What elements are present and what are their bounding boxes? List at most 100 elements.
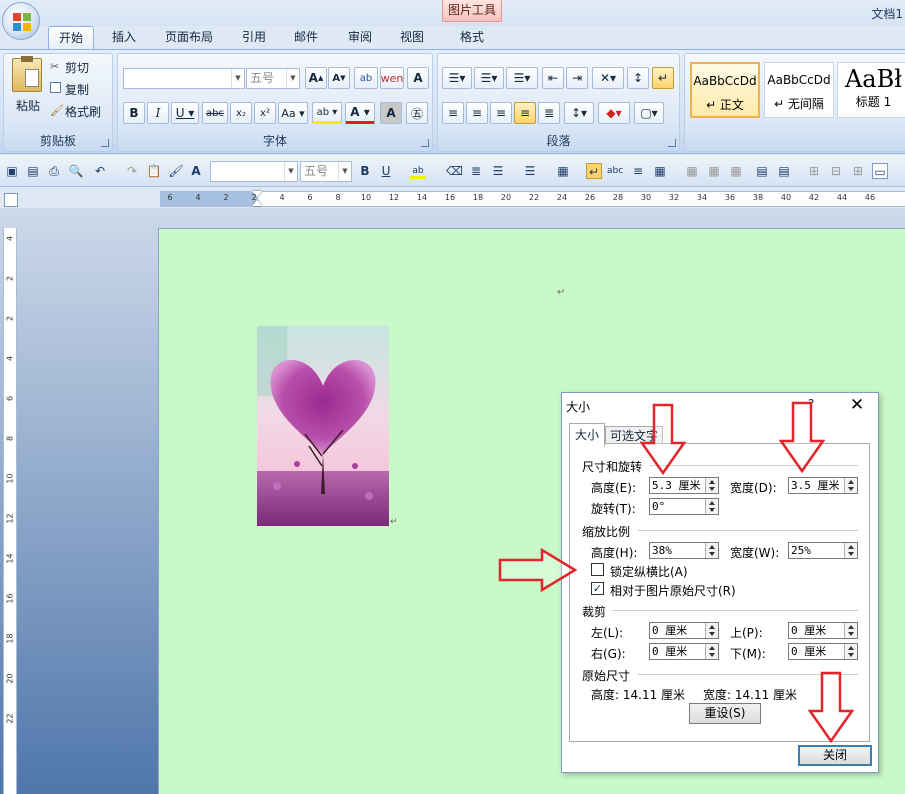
undo-icon[interactable]: ↶ — [92, 163, 108, 179]
show-marks-icon[interactable]: ↵ — [586, 163, 602, 179]
arrange-icon[interactable]: ⊟ — [828, 163, 844, 179]
bold-button[interactable]: B — [123, 102, 145, 124]
tab-view[interactable]: 视图 — [390, 26, 434, 50]
shrink-font-button[interactable]: A ▼ — [328, 67, 350, 89]
save-icon[interactable]: ▣ — [4, 163, 20, 179]
paste-icon[interactable]: 📋 — [146, 163, 162, 179]
font-launcher-icon[interactable] — [421, 139, 429, 147]
borders-icon[interactable]: ▦ — [555, 163, 571, 179]
clipboard-launcher-icon[interactable] — [101, 139, 109, 147]
tab-references[interactable]: 引用 — [232, 26, 276, 50]
tab-mailings[interactable]: 邮件 — [284, 26, 328, 50]
superscript-button[interactable]: x² — [254, 102, 276, 124]
qat-font-size-combo[interactable]: 五号 ▼ — [300, 161, 352, 182]
underline-icon[interactable]: U — [378, 163, 394, 179]
lock-aspect-checkbox[interactable] — [591, 563, 604, 576]
justify-icon[interactable]: ≡ — [630, 163, 646, 179]
style-no-spacing[interactable]: AaBbCcDd ↵ 无间隔 — [764, 62, 834, 118]
style-heading-1[interactable]: AaBł 标题 1 — [837, 62, 905, 118]
spin-arrows-icon[interactable] — [705, 644, 718, 659]
insert-cells-icon[interactable]: ▦ — [684, 163, 700, 179]
vertical-ruler[interactable]: 4 2 2 4 6 8 10 12 14 16 18 20 22 — [3, 228, 17, 794]
spin-arrows-icon[interactable] — [844, 623, 857, 638]
delete-cells-icon[interactable]: ▦ — [728, 163, 744, 179]
style-normal[interactable]: AaBbCcDd ↵ 正文 — [690, 62, 760, 118]
clear-format-icon[interactable]: ⌫ — [446, 163, 463, 179]
highlight-icon[interactable]: ab ▾ — [312, 102, 342, 124]
sort-icon[interactable]: ↕ — [627, 67, 649, 89]
format-painter-button[interactable]: 格式刷 — [64, 100, 112, 122]
line-spacing-icon[interactable]: ≣ — [468, 163, 484, 179]
numbering-icon[interactable]: ☰ — [522, 163, 538, 179]
styles-icon[interactable]: A — [188, 163, 204, 179]
chinese-layout-icon[interactable]: ✕▾ — [592, 67, 624, 89]
crop-left-input[interactable]: 0 厘米 — [649, 622, 719, 639]
shading-icon[interactable]: ◆▾ — [598, 102, 630, 124]
numbering-icon[interactable]: ☰▾ — [474, 67, 504, 89]
window-icon[interactable]: ▭ — [872, 163, 888, 179]
spin-arrows-icon[interactable] — [705, 543, 718, 558]
copy-button[interactable]: 复制 — [64, 78, 104, 100]
tab-home[interactable]: 开始 — [48, 26, 94, 50]
table-layout-icon[interactable]: ▦ — [706, 163, 722, 179]
split-icon[interactable]: ⊞ — [806, 163, 822, 179]
multilevel-list-icon[interactable]: ☰▾ — [506, 67, 538, 89]
spin-arrows-icon[interactable] — [705, 478, 718, 493]
justify-icon[interactable]: ≡ — [514, 102, 536, 124]
enclose-characters-icon[interactable]: ㊄ — [406, 102, 428, 124]
tab-selector[interactable] — [4, 193, 18, 207]
paste-button[interactable]: 粘贴 — [6, 94, 50, 116]
character-border-icon[interactable]: A — [407, 67, 429, 89]
rotate-input[interactable]: 0° — [649, 498, 719, 515]
close-icon[interactable]: ✕ — [846, 395, 868, 415]
tab-page-layout[interactable]: 页面布局 — [156, 26, 222, 50]
height-input[interactable]: 5.3 厘米 — [649, 477, 719, 494]
redo-icon[interactable]: ↷ — [124, 163, 140, 179]
zoom-icon[interactable]: ▤ — [776, 163, 792, 179]
bullets-icon[interactable]: ☰▾ — [442, 67, 472, 89]
increase-indent-icon[interactable]: ⇥ — [566, 67, 588, 89]
bold-icon[interactable]: B — [357, 163, 373, 179]
show-marks-icon[interactable]: ↵ — [652, 67, 674, 89]
crop-right-input[interactable]: 0 厘米 — [649, 643, 719, 660]
spin-arrows-icon[interactable] — [705, 623, 718, 638]
spelling-icon[interactable]: abc — [607, 163, 623, 179]
inserted-picture[interactable] — [257, 326, 389, 526]
spin-arrows-icon[interactable] — [844, 478, 857, 493]
qat-font-name-combo[interactable]: ▼ — [210, 161, 298, 182]
print-preview-icon[interactable]: 🔍 — [68, 163, 84, 179]
bullets-icon[interactable]: ☰ — [490, 163, 506, 179]
decrease-indent-icon[interactable]: ⇤ — [542, 67, 564, 89]
save-as-icon[interactable]: ▤ — [25, 163, 41, 179]
borders-icon[interactable]: ▢▾ — [634, 102, 664, 124]
align-left-icon[interactable]: ≡ — [442, 102, 464, 124]
distributed-icon[interactable]: ≣ — [538, 102, 560, 124]
cut-button[interactable]: 剪切 — [64, 56, 104, 78]
italic-button[interactable]: I — [147, 102, 169, 124]
highlight-icon[interactable]: ab — [410, 163, 426, 179]
spin-arrows-icon[interactable] — [844, 543, 857, 558]
phonetic-guide-icon[interactable]: wen — [380, 67, 404, 89]
grow-font-button[interactable]: A ▲ — [305, 67, 327, 89]
spin-arrows-icon[interactable] — [705, 499, 718, 514]
change-case-button[interactable]: Aa ▾ — [278, 102, 308, 124]
paragraph-launcher-icon[interactable] — [668, 139, 676, 147]
office-button[interactable] — [2, 2, 40, 40]
crop-bottom-input[interactable]: 0 厘米 — [788, 643, 858, 660]
scale-width-input[interactable]: 25% — [788, 542, 858, 559]
view-icon[interactable]: ▤ — [754, 163, 770, 179]
line-spacing-icon[interactable]: ↕▾ — [564, 102, 594, 124]
table-icon[interactable]: ▦ — [652, 163, 668, 179]
print-icon[interactable]: ⎙ — [46, 163, 62, 179]
format-painter-icon[interactable]: 🖌 — [168, 163, 184, 179]
horizontal-ruler[interactable]: 6 4 2 2 4 6 8 10 12 14 16 18 20 22 24 26 28 30 32 34 36 38 40 4… — [160, 191, 905, 207]
font-color-icon[interactable]: A ▾ — [345, 102, 375, 124]
align-center-icon[interactable]: ≡ — [466, 102, 488, 124]
character-shading-icon[interactable]: A — [380, 102, 402, 124]
reset-button[interactable]: 重设(S) — [689, 703, 761, 724]
relative-size-checkbox[interactable]: ✓ — [591, 582, 604, 595]
spin-arrows-icon[interactable] — [844, 644, 857, 659]
compare-icon[interactable]: ⊞ — [850, 163, 866, 179]
font-name-combo[interactable]: ▼ — [123, 68, 245, 89]
tab-insert[interactable]: 插入 — [102, 26, 146, 50]
